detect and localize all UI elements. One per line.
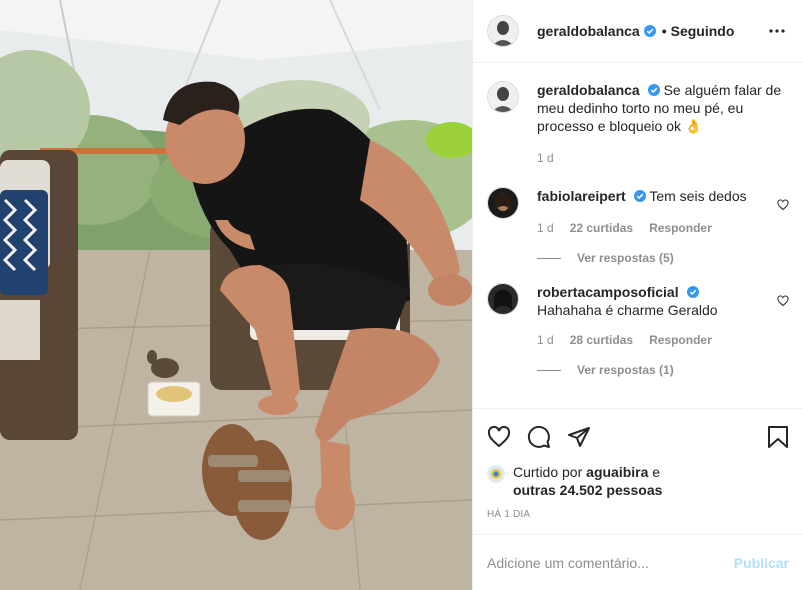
more-options-button[interactable] bbox=[765, 19, 789, 43]
liker-avatar[interactable] bbox=[487, 465, 505, 483]
comment-avatar[interactable] bbox=[487, 283, 519, 315]
author-avatar[interactable] bbox=[487, 15, 519, 47]
comment-icon bbox=[527, 425, 550, 448]
comment-body: fabiolareipert Tem seis dedos 1 d 22 cur… bbox=[537, 187, 789, 235]
view-replies-label: Ver respostas (1) bbox=[577, 363, 674, 377]
author-username[interactable]: geraldobalanca bbox=[537, 23, 640, 39]
liker-username[interactable]: aguaibira bbox=[586, 464, 648, 480]
comment-item: robertacamposoficial Hahahaha é charme G… bbox=[487, 283, 789, 347]
post-actions: Curtido por aguaibira e outras 24.502 pe… bbox=[473, 408, 803, 534]
heart-icon[interactable] bbox=[777, 199, 789, 211]
share-button[interactable] bbox=[567, 417, 607, 457]
replies-divider bbox=[537, 369, 561, 371]
paper-plane-icon bbox=[568, 427, 590, 447]
comment-button[interactable] bbox=[527, 417, 567, 457]
author-avatar-image bbox=[488, 16, 518, 46]
view-replies-button[interactable]: Ver respostas (1) bbox=[537, 363, 789, 377]
likes-connector: e bbox=[652, 464, 661, 480]
verified-badge-icon bbox=[647, 84, 660, 96]
photo-illustration bbox=[0, 0, 472, 590]
likes-prefix: Curtido por bbox=[513, 464, 583, 480]
comment-body: robertacamposoficial Hahahaha é charme G… bbox=[537, 283, 789, 347]
comment-text-block: robertacamposoficial Hahahaha é charme G… bbox=[537, 283, 767, 319]
comment-text: Tem seis dedos bbox=[649, 188, 747, 204]
caption-avatar[interactable] bbox=[487, 81, 519, 113]
verified-badge-icon bbox=[633, 190, 646, 202]
replies-divider bbox=[537, 257, 561, 259]
post-caption: geraldobalanca Se alguém falar de meu de… bbox=[487, 81, 789, 165]
comment-text-block: fabiolareipert Tem seis dedos bbox=[537, 187, 767, 205]
caption-time[interactable]: 1 d bbox=[537, 151, 554, 165]
more-horizontal-icon bbox=[769, 29, 785, 33]
post-photo[interactable] bbox=[0, 0, 472, 590]
comment-avatar-image bbox=[488, 188, 518, 218]
publish-button[interactable]: Publicar bbox=[734, 555, 789, 571]
comments-list[interactable]: geraldobalanca Se alguém falar de meu de… bbox=[473, 63, 803, 408]
caption-body: geraldobalanca Se alguém falar de meu de… bbox=[537, 81, 789, 165]
view-replies-label: Ver respostas (5) bbox=[577, 251, 674, 265]
comment-likes[interactable]: 28 curtidas bbox=[570, 333, 633, 347]
likes-others[interactable]: outras 24.502 pessoas bbox=[513, 482, 662, 498]
heart-icon[interactable] bbox=[777, 295, 789, 307]
post-header: geraldobalanca • Seguindo bbox=[473, 0, 803, 63]
comment-avatar[interactable] bbox=[487, 187, 519, 219]
comment-input[interactable] bbox=[487, 554, 734, 571]
heart-icon bbox=[487, 425, 511, 448]
comment-likes[interactable]: 22 curtidas bbox=[570, 221, 633, 235]
reply-button[interactable]: Responder bbox=[649, 333, 712, 347]
action-bar bbox=[487, 417, 789, 457]
likes-summary: Curtido por aguaibira e outras 24.502 pe… bbox=[487, 463, 789, 499]
comment-text: Hahahaha é charme Geraldo bbox=[537, 302, 718, 318]
header-separator: • bbox=[661, 23, 667, 39]
comment-time[interactable]: 1 d bbox=[537, 333, 554, 347]
comment-item: fabiolareipert Tem seis dedos 1 d 22 cur… bbox=[487, 187, 789, 235]
likes-text: Curtido por aguaibira e outras 24.502 pe… bbox=[513, 463, 662, 499]
comment-meta: 1 d 28 curtidas Responder bbox=[537, 333, 767, 347]
caption-meta: 1 d bbox=[537, 151, 789, 165]
verified-badge-icon bbox=[686, 286, 699, 298]
comment-time[interactable]: 1 d bbox=[537, 221, 554, 235]
comment-avatar-image bbox=[488, 284, 518, 314]
instagram-post: geraldobalanca • Seguindo geraldobalanca… bbox=[0, 0, 803, 590]
post-timestamp[interactable]: HÁ 1 DIA bbox=[487, 509, 789, 520]
view-replies-button[interactable]: Ver respostas (5) bbox=[537, 251, 789, 265]
caption-text-block: geraldobalanca Se alguém falar de meu de… bbox=[537, 81, 789, 135]
save-button[interactable] bbox=[749, 417, 789, 457]
post-side-panel: geraldobalanca • Seguindo geraldobalanca… bbox=[472, 0, 803, 590]
caption-avatar-image bbox=[488, 82, 518, 112]
comment-username[interactable]: robertacamposoficial bbox=[537, 284, 679, 300]
reply-button[interactable]: Responder bbox=[649, 221, 712, 235]
caption-username[interactable]: geraldobalanca bbox=[537, 82, 640, 98]
liker-avatar-image bbox=[487, 465, 505, 483]
bookmark-icon bbox=[768, 426, 788, 448]
add-comment-bar: Publicar bbox=[473, 534, 803, 590]
following-button[interactable]: Seguindo bbox=[671, 23, 735, 39]
verified-badge-icon bbox=[643, 25, 656, 37]
comment-meta: 1 d 22 curtidas Responder bbox=[537, 221, 767, 235]
comment-username[interactable]: fabiolareipert bbox=[537, 188, 626, 204]
like-button[interactable] bbox=[487, 417, 527, 457]
